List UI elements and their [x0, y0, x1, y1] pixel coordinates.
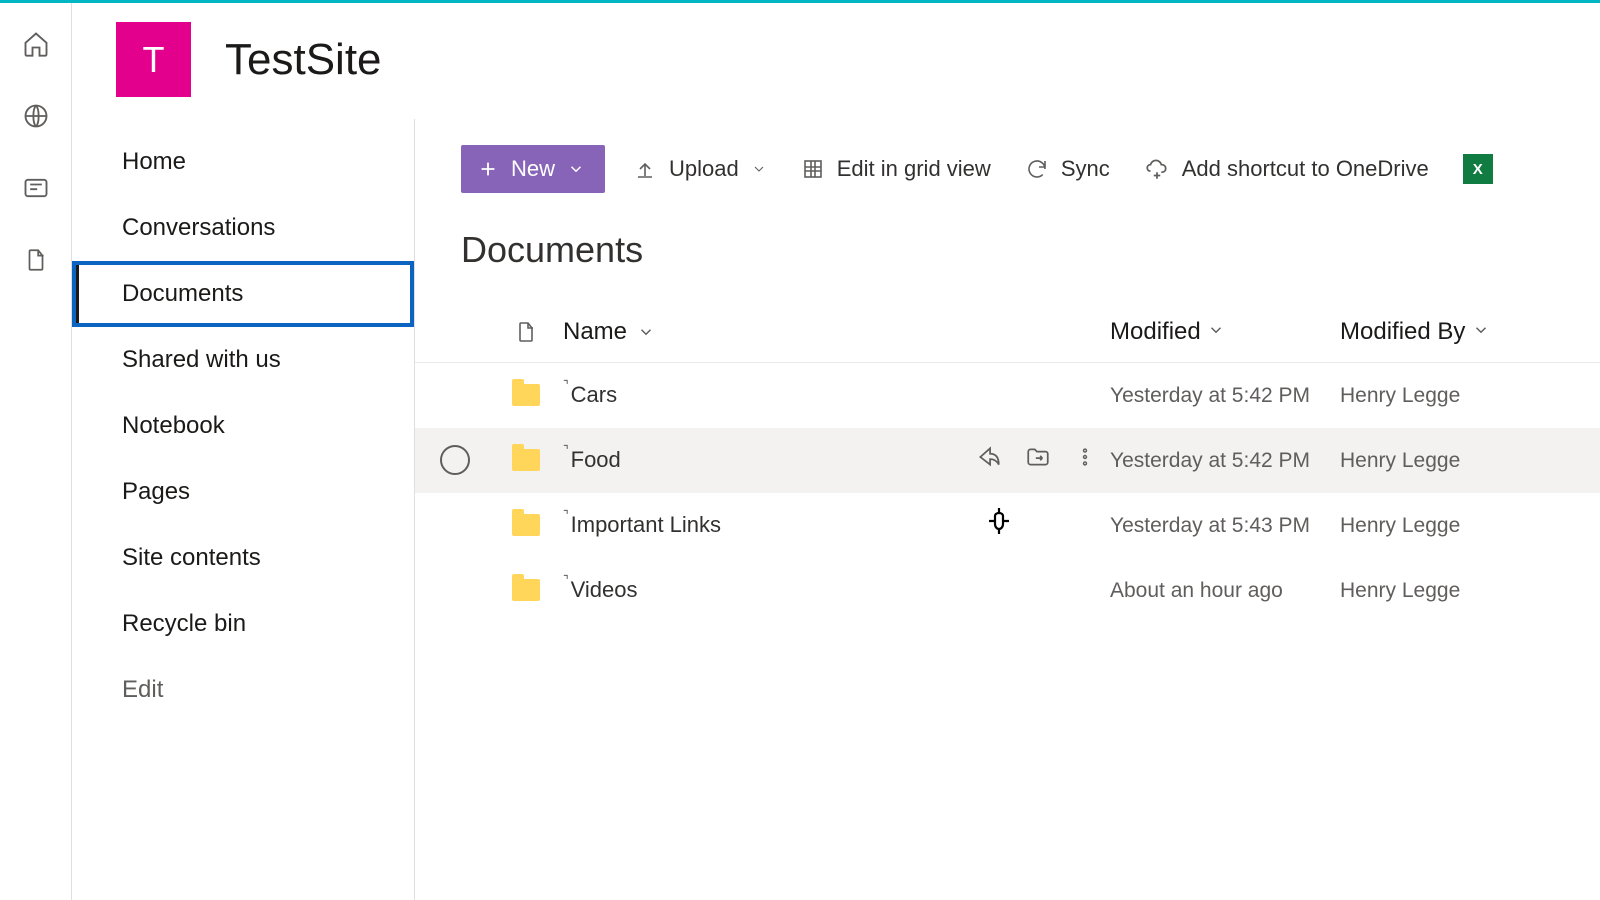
site-logo-letter: T: [143, 39, 165, 81]
folder-icon: [512, 514, 540, 536]
table-row[interactable]: ⌝Videos About an hour ago Henry Legge: [415, 558, 1600, 623]
folder-icon: [512, 449, 540, 471]
nav-item-site-contents[interactable]: Site contents: [72, 525, 414, 591]
document-list: Name Modified Modified By: [415, 301, 1600, 623]
modifiedby-column-header[interactable]: Modified By: [1340, 318, 1600, 346]
nav-edit-link[interactable]: Edit: [72, 657, 414, 723]
folder-name-link[interactable]: ⌝Videos: [563, 577, 638, 603]
file-icon[interactable]: [22, 246, 50, 274]
app-rail: [0, 0, 72, 900]
site-title[interactable]: TestSite: [225, 35, 382, 85]
chevron-down-icon: [1472, 321, 1490, 339]
upload-button[interactable]: Upload: [627, 145, 773, 193]
table-row[interactable]: ⌝Cars Yesterday at 5:42 PM Henry Legge: [415, 363, 1600, 428]
chevron-down-icon: [637, 323, 655, 341]
chevron-down-icon: [1207, 321, 1225, 339]
folder-name-link[interactable]: ⌝Important Links: [563, 512, 721, 538]
globe-icon[interactable]: [22, 102, 50, 130]
table-row[interactable]: ⌝Food Yesterday at 5:42 PM Henry Legge: [415, 428, 1600, 493]
news-icon[interactable]: [22, 174, 50, 202]
main-content: New Upload Edit in grid view Sync: [415, 119, 1600, 900]
export-excel-button[interactable]: X: [1457, 145, 1499, 193]
new-button-label: New: [511, 156, 555, 182]
list-header: Name Modified Modified By: [415, 301, 1600, 363]
link-icon: ⌝: [563, 378, 569, 392]
add-shortcut-button[interactable]: Add shortcut to OneDrive: [1138, 145, 1435, 193]
type-column-header[interactable]: [495, 318, 557, 346]
new-button[interactable]: New: [461, 145, 605, 193]
site-header: T TestSite: [72, 0, 1600, 119]
name-column-header[interactable]: Name: [557, 318, 940, 346]
table-row[interactable]: ⌝Important Links Yesterday at 5:43 PM He…: [415, 493, 1600, 558]
nav-item-shared[interactable]: Shared with us: [72, 327, 414, 393]
nav-item-pages[interactable]: Pages: [72, 459, 414, 525]
row-select-checkbox[interactable]: [440, 445, 470, 475]
sync-button[interactable]: Sync: [1019, 145, 1116, 193]
folder-name-link[interactable]: ⌝Cars: [563, 382, 617, 408]
modified-column-header[interactable]: Modified: [1110, 318, 1340, 346]
site-logo[interactable]: T: [116, 22, 191, 97]
share-icon[interactable]: [976, 444, 1002, 476]
link-icon: ⌝: [563, 443, 569, 457]
folder-icon: [512, 384, 540, 406]
page-title: Documents: [415, 199, 1600, 301]
excel-icon: X: [1463, 154, 1493, 184]
more-icon[interactable]: [1074, 444, 1096, 476]
home-icon[interactable]: [22, 30, 50, 58]
left-nav: Home Conversations Documents Shared with…: [72, 119, 415, 900]
nav-item-recycle-bin[interactable]: Recycle bin: [72, 591, 414, 657]
command-bar: New Upload Edit in grid view Sync: [415, 139, 1600, 199]
top-accent: [0, 0, 1600, 3]
folder-name-link[interactable]: ⌝Food: [563, 447, 621, 473]
nav-item-documents[interactable]: Documents: [72, 261, 414, 327]
nav-item-notebook[interactable]: Notebook: [72, 393, 414, 459]
link-icon: ⌝: [563, 573, 569, 587]
link-icon: ⌝: [563, 508, 569, 522]
folder-icon: [512, 579, 540, 601]
edit-grid-button[interactable]: Edit in grid view: [795, 145, 997, 193]
nav-item-conversations[interactable]: Conversations: [72, 195, 414, 261]
nav-item-home[interactable]: Home: [72, 129, 414, 195]
move-icon[interactable]: [1024, 444, 1052, 476]
